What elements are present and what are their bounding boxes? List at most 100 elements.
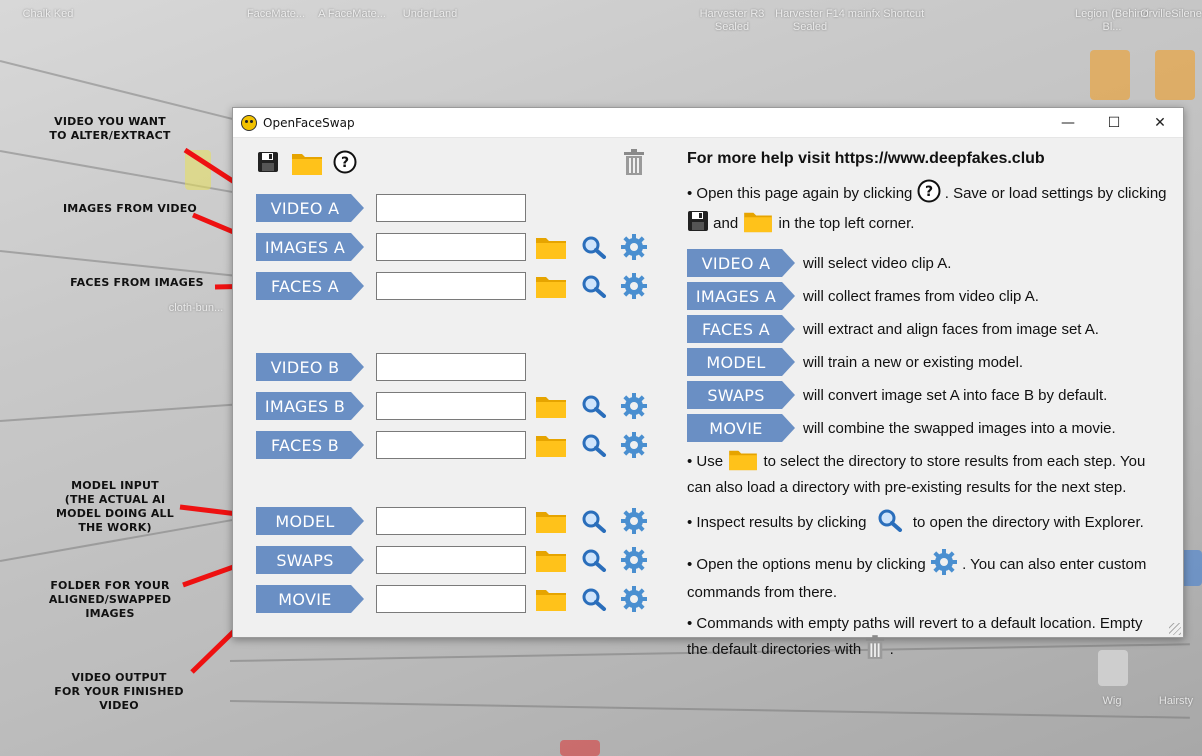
help-options-text: • Open the options menu by clicking <box>687 555 926 573</box>
desktop-icon-label[interactable]: Chalk Ked <box>8 8 88 21</box>
model-folder-icon[interactable] <box>535 507 567 535</box>
model-button[interactable]: MODEL <box>256 507 364 535</box>
folder-icon <box>727 447 759 477</box>
svg-text:?: ? <box>925 184 933 200</box>
desktop-icon-label[interactable]: Harvester R3 Sealed <box>692 8 772 34</box>
help-step-text: will collect frames from video clip A. <box>803 287 1039 305</box>
desktop-icon-label[interactable]: mainfx Shortcut <box>846 8 926 21</box>
help-step-label: IMAGES A <box>687 282 795 310</box>
images-b-button[interactable]: IMAGES B <box>256 392 364 420</box>
help-inspect-text: to open the directory with Explorer. <box>912 513 1144 531</box>
faces-b-gear-icon[interactable] <box>618 431 650 459</box>
swaps-folder-icon[interactable] <box>535 546 567 574</box>
help-step-label: FACES A <box>687 315 795 343</box>
help-step-text: will select video clip A. <box>803 254 952 272</box>
desktop-icon-label[interactable]: cloth-bun... <box>156 302 236 315</box>
annotation-faces-from-images: FACES FROM IMAGES <box>70 276 204 289</box>
magnifier-icon <box>877 508 903 538</box>
help-step-text: will combine the swapped images into a m… <box>803 419 1116 437</box>
movie-button[interactable]: MOVIE <box>256 585 364 613</box>
desktop-icon-label[interactable]: A FaceMate... <box>312 8 392 21</box>
close-button[interactable]: ✕ <box>1137 108 1183 138</box>
desktop-icon-label[interactable]: FaceMate... <box>236 8 316 21</box>
help-intro-text: and <box>713 214 739 232</box>
faces-b-path-input[interactable] <box>376 431 526 459</box>
images-a-path-input[interactable] <box>376 233 526 261</box>
help-icon: ? <box>917 179 941 209</box>
minimize-button[interactable]: — <box>1045 108 1091 138</box>
help-step-label: MODEL <box>687 348 795 376</box>
movie-path-input[interactable] <box>376 585 526 613</box>
video-b-path-input[interactable] <box>376 353 526 381</box>
maximize-button[interactable]: ☐ <box>1091 108 1137 138</box>
trash-icon <box>865 634 885 666</box>
help-options: • Open the options menu by clicking . Yo… <box>687 548 1167 603</box>
annotation-video-want: VIDEO YOU WANT TO ALTER/EXTRACT <box>49 115 171 142</box>
swaps-magnifier-icon[interactable] <box>578 546 610 574</box>
video-a-path-input[interactable] <box>376 194 526 222</box>
faces-a-gear-icon[interactable] <box>618 272 650 300</box>
help-use: • Use to select the directory to store r… <box>687 447 1167 498</box>
faces-a-folder-icon[interactable] <box>535 272 567 300</box>
resize-grip[interactable] <box>1169 623 1181 635</box>
faces-b-folder-icon[interactable] <box>535 431 567 459</box>
faces-a-magnifier-icon[interactable] <box>578 272 610 300</box>
openfaceswap-window: OpenFaceSwap — ☐ ✕ ? VIDEO A IMAGES A FACE… <box>232 107 1184 659</box>
help-empty-text: • Commands with empty paths will revert … <box>687 615 1143 658</box>
movie-folder-icon[interactable] <box>535 585 567 613</box>
images-a-gear-icon[interactable] <box>618 233 650 261</box>
window-title: OpenFaceSwap <box>263 115 355 130</box>
annotation-folder-aligned: FOLDER FOR YOUR ALIGNED/SWAPPED IMAGES <box>48 579 172 620</box>
images-b-path-input[interactable] <box>376 392 526 420</box>
help-step-row: MODEL will train a new or existing model. <box>687 348 1167 376</box>
model-magnifier-icon[interactable] <box>578 507 610 535</box>
swaps-button[interactable]: SWAPS <box>256 546 364 574</box>
help-step-text: will train a new or existing model. <box>803 353 1024 371</box>
title-bar[interactable]: OpenFaceSwap — ☐ ✕ <box>233 108 1183 138</box>
images-b-gear-icon[interactable] <box>618 392 650 420</box>
help-step-label: SWAPS <box>687 381 795 409</box>
movie-magnifier-icon[interactable] <box>578 585 610 613</box>
faces-a-path-input[interactable] <box>376 272 526 300</box>
faces-a-button[interactable]: FACES A <box>256 272 364 300</box>
images-a-magnifier-icon[interactable] <box>578 233 610 261</box>
faces-b-magnifier-icon[interactable] <box>578 431 610 459</box>
help-intro: • Open this page again by clicking ? . S… <box>687 179 1167 239</box>
help-step-row: SWAPS will convert image set A into face … <box>687 381 1167 409</box>
desktop-icon-label[interactable]: Hairsty <box>1150 695 1202 708</box>
annotation-model-input: MODEL INPUT (THE ACTUAL AI MODEL DOING A… <box>56 479 174 534</box>
help-empty: • Commands with empty paths will revert … <box>687 613 1167 666</box>
help-empty-text: . <box>889 640 894 658</box>
trash-icon[interactable] <box>623 148 645 181</box>
help-step-row: FACES A will extract and align faces from… <box>687 315 1167 343</box>
video-a-button[interactable]: VIDEO A <box>256 194 364 222</box>
desktop-icon-label[interactable]: Wig <box>1072 695 1152 708</box>
desktop-icon-label[interactable]: UnderLand <box>390 8 470 21</box>
folder-icon[interactable] <box>291 150 323 181</box>
help-use-text: • Use <box>687 452 724 470</box>
faces-b-button[interactable]: FACES B <box>256 431 364 459</box>
video-b-button[interactable]: VIDEO B <box>256 353 364 381</box>
gear-icon <box>930 548 958 582</box>
images-b-folder-icon[interactable] <box>535 392 567 420</box>
help-panel: For more help visit https://www.deepfake… <box>687 148 1167 676</box>
movie-gear-icon[interactable] <box>618 585 650 613</box>
images-a-folder-icon[interactable] <box>535 233 567 261</box>
desktop-icon-label[interactable]: OrvilleSilene <box>1140 8 1202 21</box>
help-icon[interactable]: ? <box>333 150 357 179</box>
model-gear-icon[interactable] <box>618 507 650 535</box>
images-a-button[interactable]: IMAGES A <box>256 233 364 261</box>
desktop-icon-label[interactable]: Harvester F14 Sealed <box>770 8 850 34</box>
help-step-row: VIDEO A will select video clip A. <box>687 249 1167 277</box>
folder-icon <box>742 209 774 239</box>
swaps-path-input[interactable] <box>376 546 526 574</box>
help-inspect-text: • Inspect results by clicking <box>687 513 867 531</box>
model-path-input[interactable] <box>376 507 526 535</box>
images-b-magnifier-icon[interactable] <box>578 392 610 420</box>
annotation-images-from-video: IMAGES FROM VIDEO <box>63 202 197 215</box>
swaps-gear-icon[interactable] <box>618 546 650 574</box>
help-step-text: will convert image set A into face B by … <box>803 386 1108 404</box>
help-step-row: IMAGES A will collect frames from video c… <box>687 282 1167 310</box>
save-icon[interactable] <box>257 151 279 178</box>
help-step-label: MOVIE <box>687 414 795 442</box>
